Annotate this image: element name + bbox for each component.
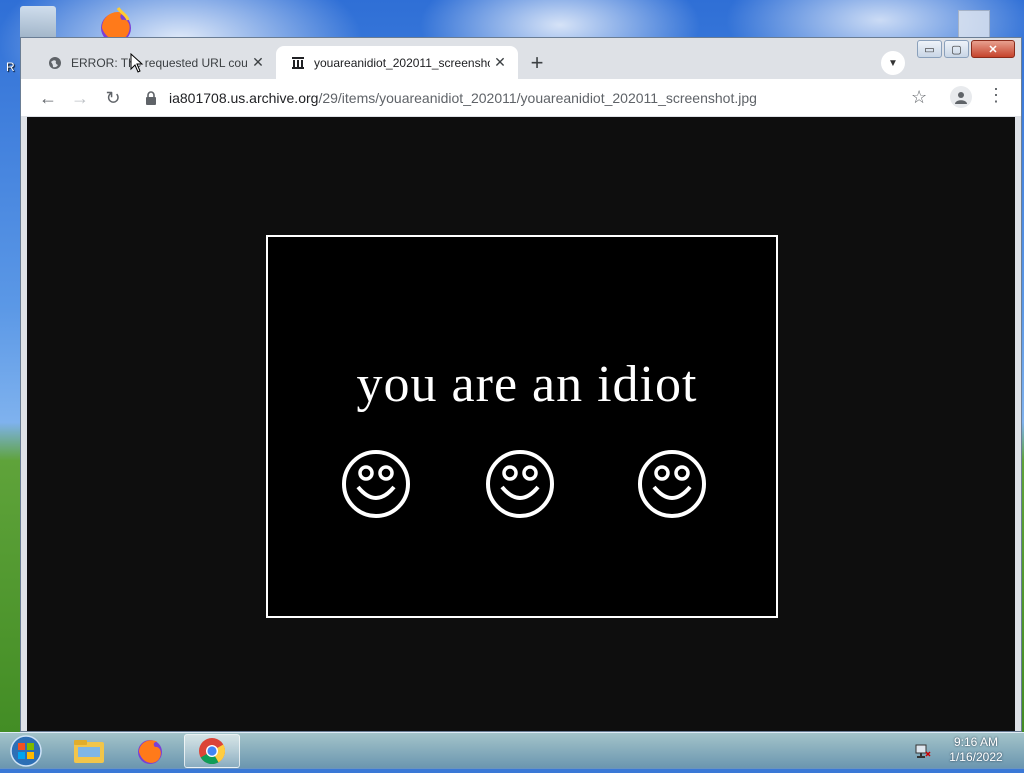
smiley-face-icon	[342, 450, 410, 518]
globe-icon	[47, 55, 63, 71]
desktop-icon-label: R	[6, 60, 15, 74]
tab-archive-screenshot[interactable]: youareanidiot_202011_screensho ✕	[276, 46, 518, 79]
system-clock[interactable]: 9:16 AM 1/16/2022	[936, 735, 1016, 765]
browser-toolbar: ← → ↻ ia801708.us.archive.org/29/items/y…	[21, 79, 1021, 116]
bookmark-star-icon[interactable]: ☆	[911, 87, 927, 108]
forward-arrow-icon[interactable]: →	[67, 85, 93, 111]
mouse-cursor-icon	[130, 53, 144, 73]
close-tab-icon[interactable]: ✕	[248, 53, 268, 73]
close-window-button[interactable]: ✕	[971, 40, 1015, 58]
tab-title: ERROR: The requested URL could	[71, 55, 248, 70]
smiley-face-icon	[486, 450, 554, 518]
taskbar: 9:16 AM 1/16/2022	[0, 732, 1024, 769]
close-tab-icon[interactable]: ✕	[490, 53, 510, 73]
image-caption: you are an idiot	[356, 356, 698, 413]
tab-title: youareanidiot_202011_screensho	[314, 55, 490, 70]
lock-icon[interactable]	[145, 90, 159, 105]
clock-time: 9:16 AM	[953, 735, 999, 749]
url-path: /29/items/youareanidiot_202011/youareani…	[318, 89, 757, 106]
window-controls: ▭ ▢ ✕	[917, 40, 1015, 58]
back-arrow-icon[interactable]: ←	[35, 85, 61, 111]
start-orb-icon[interactable]	[6, 734, 46, 768]
url-host: ia801708.us.archive.org	[169, 89, 319, 106]
tab-search-chevron-icon[interactable]: ▼	[881, 51, 905, 75]
page-content: you are an idiot	[27, 117, 1015, 731]
network-tray-icon[interactable]	[914, 742, 932, 760]
browser-window: ERROR: The requested URL could ✕ youarea…	[20, 37, 1022, 732]
chrome-icon[interactable]	[184, 734, 240, 768]
profile-avatar-icon[interactable]	[950, 86, 972, 108]
address-bar[interactable]: ia801708.us.archive.org/29/items/youarea…	[139, 83, 899, 112]
reload-icon[interactable]: ↻	[100, 85, 126, 111]
smiley-face-icon	[638, 450, 706, 518]
tab-strip: ERROR: The requested URL could ✕ youarea…	[21, 38, 1021, 79]
archive-icon	[290, 55, 306, 71]
menu-kebab-icon[interactable]: ⋮	[987, 85, 1005, 106]
new-tab-button[interactable]: +	[523, 49, 551, 77]
explorer-icon[interactable]	[61, 734, 117, 768]
minimize-button[interactable]: ▭	[917, 40, 942, 58]
tab-error[interactable]: ERROR: The requested URL could ✕	[33, 46, 276, 79]
screenshot-image: you are an idiot	[266, 235, 778, 618]
firefox-icon[interactable]	[122, 734, 178, 768]
clock-date: 1/16/2022	[949, 750, 1003, 764]
maximize-button[interactable]: ▢	[944, 40, 969, 58]
